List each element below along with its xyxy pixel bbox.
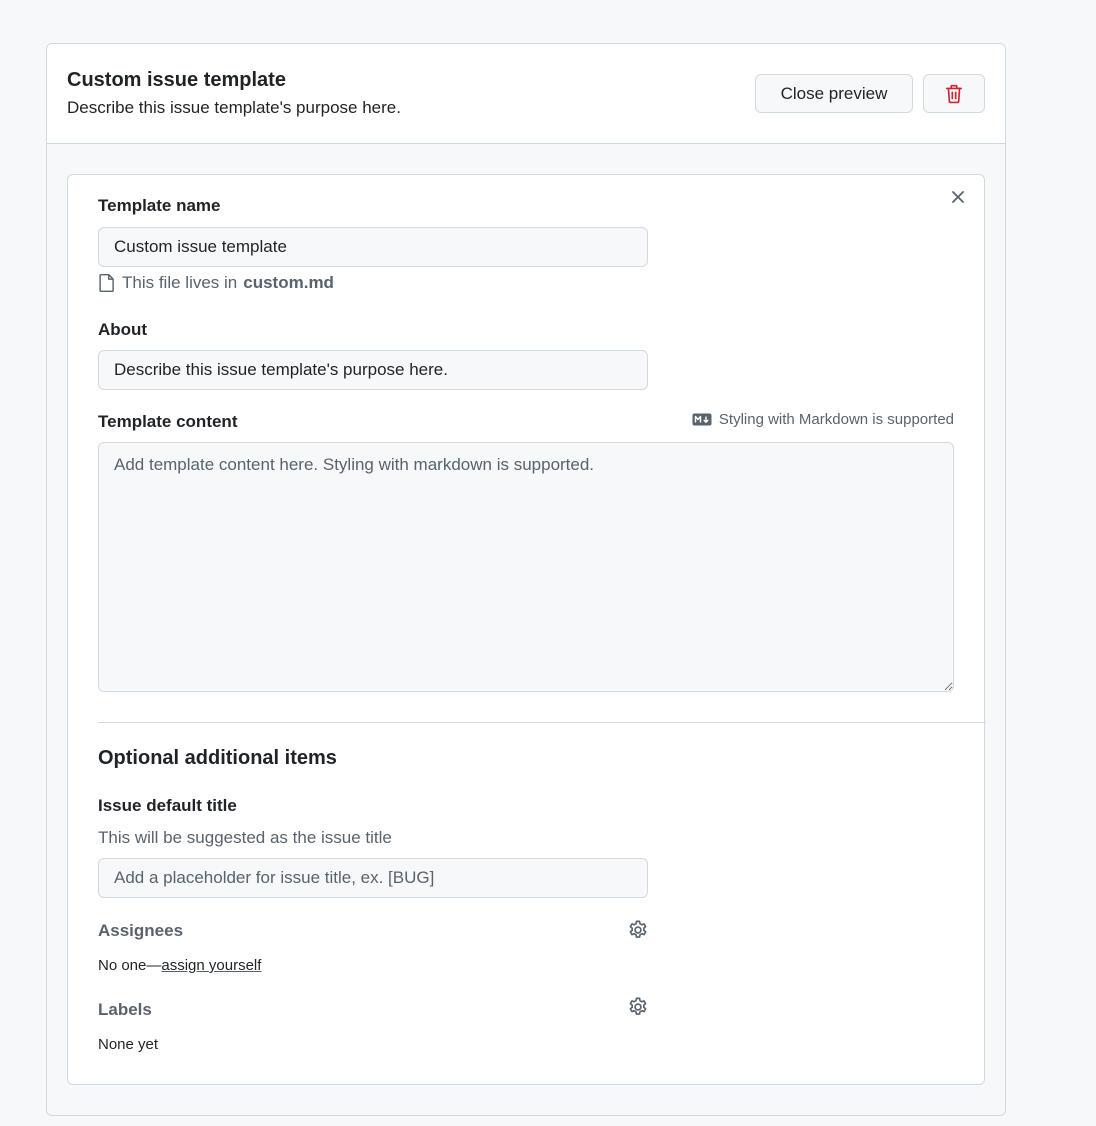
markdown-note-text: Styling with Markdown is supported: [718, 411, 954, 428]
labels-label: Labels: [98, 1000, 152, 1019]
issue-default-title-label: Issue default title: [98, 796, 237, 815]
template-editor: Template name This file lives in custom.…: [67, 174, 986, 1085]
assign-yourself-link[interactable]: assign yourself: [161, 957, 261, 974]
section-divider: [98, 722, 986, 723]
file-name: custom.md: [243, 273, 334, 292]
template-description: Describe this issue template's purpose h…: [67, 98, 401, 117]
template-title: Custom issue template: [67, 69, 286, 91]
about-input[interactable]: [98, 350, 648, 390]
file-note-text: This file lives in: [122, 273, 238, 292]
optional-section-title: Optional additional items: [98, 747, 337, 769]
close-preview-button[interactable]: Close preview: [755, 74, 913, 113]
template-card: Custom issue template Describe this issu…: [46, 43, 1006, 1116]
trash-icon: [945, 84, 963, 104]
template-name-input[interactable]: [98, 227, 648, 267]
template-name-label: Template name: [98, 196, 221, 215]
assignees-value: No one—assign yourself: [98, 957, 261, 974]
template-content-textarea[interactable]: [98, 442, 954, 692]
labels-value: None yet: [98, 1036, 159, 1053]
assignees-prefix: No one—: [98, 957, 162, 974]
markdown-note: Styling with Markdown is supported: [692, 411, 954, 428]
delete-template-button[interactable]: [923, 74, 985, 113]
markdown-icon: [692, 413, 712, 426]
template-header: Custom issue template Describe this issu…: [47, 44, 1005, 144]
gear-icon[interactable]: [627, 919, 649, 941]
close-editor-button[interactable]: [948, 187, 968, 207]
close-icon: [951, 190, 965, 204]
gear-icon[interactable]: [627, 996, 649, 1018]
issue-default-title-input[interactable]: [98, 858, 648, 898]
file-location-note: This file lives in custom.md: [98, 273, 334, 293]
template-content-label: Template content: [98, 412, 238, 431]
file-icon: [98, 273, 116, 293]
assignees-label: Assignees: [98, 921, 184, 940]
issue-default-title-description: This will be suggested as the issue titl…: [98, 828, 392, 847]
about-label: About: [98, 320, 148, 339]
